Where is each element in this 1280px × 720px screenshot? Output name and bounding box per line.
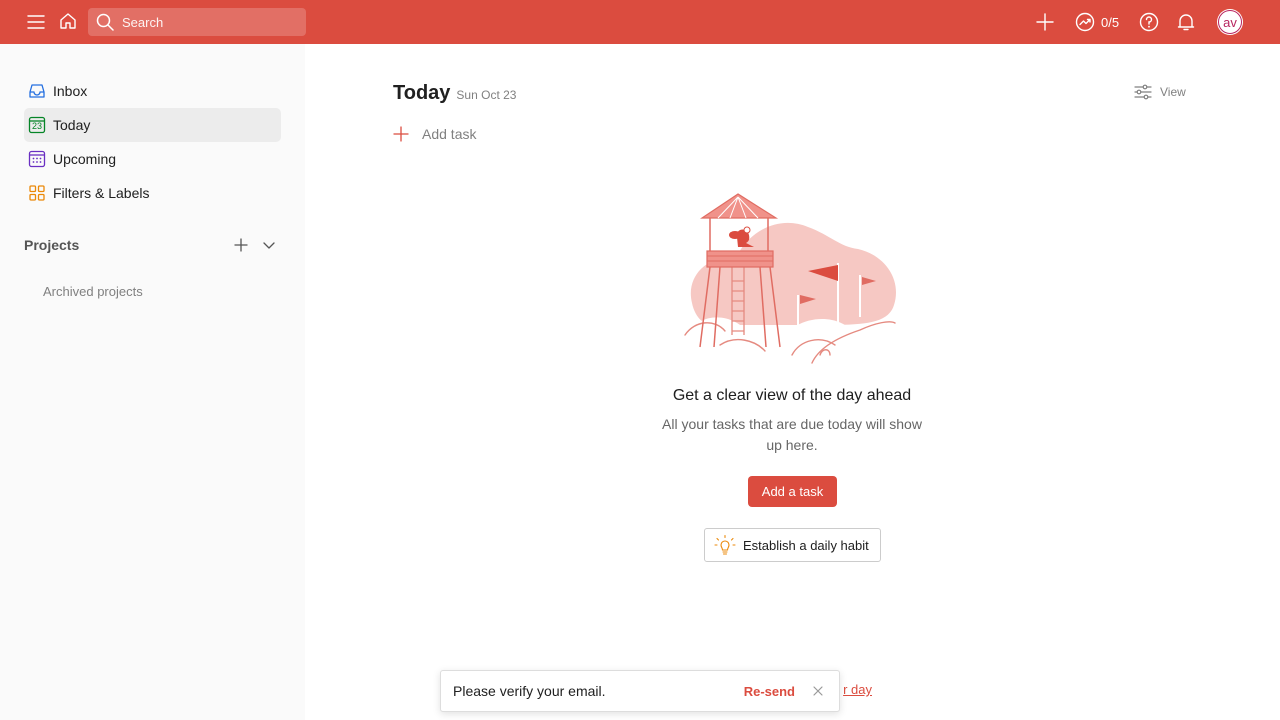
sidebar-item-today[interactable]: 23 Today (24, 108, 281, 142)
sidebar-item-label: Inbox (53, 83, 88, 99)
sidebar-item-inbox[interactable]: Inbox (24, 74, 281, 108)
sidebar-item-filters-labels[interactable]: Filters & Labels (24, 176, 281, 210)
sidebar-item-upcoming[interactable]: Upcoming (24, 142, 281, 176)
productivity-icon (1075, 12, 1095, 32)
top-bar: 0/5 av (0, 0, 1280, 44)
page-header: Today Sun Oct 23 (393, 82, 516, 105)
home-icon[interactable] (58, 11, 78, 31)
lightbulb-icon (714, 534, 736, 556)
view-label: View (1160, 85, 1186, 99)
chevron-down-icon[interactable] (257, 233, 281, 257)
productivity-button[interactable]: 0/5 (1075, 11, 1119, 33)
filters-icon (28, 184, 46, 202)
empty-state-title: Get a clear view of the day ahead (672, 387, 912, 404)
menu-icon[interactable] (26, 12, 46, 32)
help-icon[interactable] (1139, 12, 1159, 32)
sidebar: Inbox 23 Today Upcoming Filters & Labels… (0, 44, 305, 720)
add-task-label: Add task (422, 126, 477, 142)
resend-button[interactable]: Re-send (744, 684, 795, 699)
page-title: Today (393, 82, 451, 104)
sidebar-item-label: Filters & Labels (53, 185, 150, 201)
calendar-grid-icon (28, 150, 46, 168)
add-project-icon[interactable] (229, 233, 253, 257)
today-icon-number: 23 (31, 121, 42, 131)
projects-header: Projects (24, 233, 281, 257)
search-input[interactable] (122, 14, 292, 30)
bell-icon[interactable] (1176, 12, 1196, 32)
search-box[interactable] (88, 8, 306, 36)
archived-projects-link[interactable]: Archived projects (43, 284, 143, 299)
plus-icon (393, 126, 409, 142)
calendar-today-icon: 23 (28, 116, 46, 134)
projects-label[interactable]: Projects (24, 237, 225, 253)
close-icon[interactable] (809, 682, 827, 700)
add-task-button[interactable]: Add task (393, 124, 476, 144)
establish-habit-button[interactable]: Establish a daily habit (704, 528, 881, 562)
view-button[interactable]: View (1134, 83, 1186, 101)
watchtower-illustration (684, 193, 898, 364)
add-a-task-button[interactable]: Add a task (748, 476, 837, 507)
toast-message: Please verify your email. (453, 683, 606, 699)
sidebar-item-label: Upcoming (53, 151, 117, 167)
sidebar-item-label: Today (53, 117, 91, 133)
verify-email-toast: Please verify your email. Re-send (440, 670, 840, 712)
sliders-icon (1134, 84, 1152, 100)
inbox-icon (28, 82, 46, 100)
empty-state-description: All your tasks that are due today will s… (662, 416, 922, 453)
karma-count: 0/5 (1101, 14, 1120, 30)
avatar[interactable]: av (1217, 9, 1243, 35)
search-icon (96, 13, 114, 31)
avatar-initials: av (1218, 10, 1242, 34)
habit-label: Establish a daily habit (743, 537, 869, 553)
add-icon[interactable] (1035, 12, 1055, 32)
page-date: Sun Oct 23 (456, 88, 517, 102)
